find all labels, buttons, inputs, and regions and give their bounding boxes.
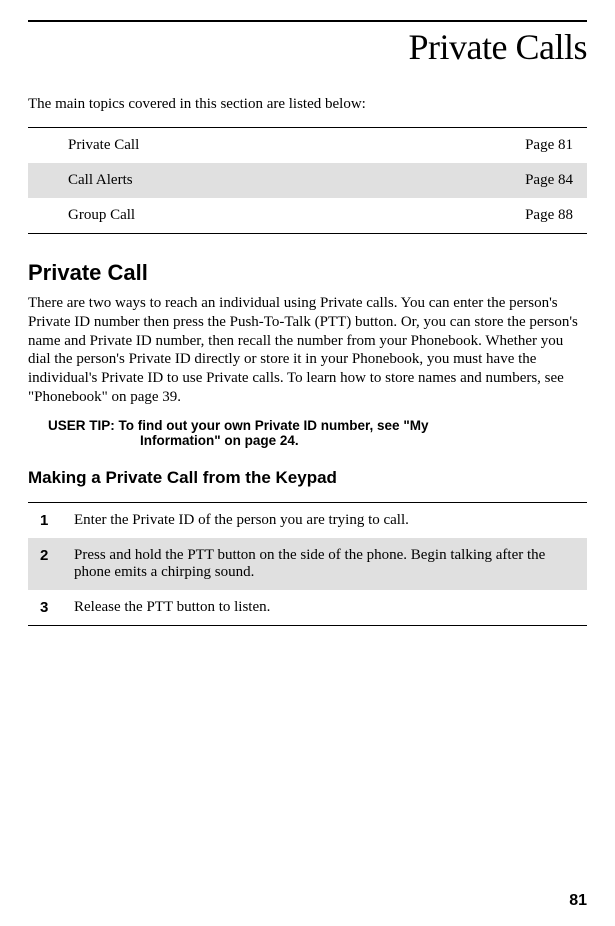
topics-table: Private Call Page 81 Call Alerts Page 84… [28, 127, 587, 234]
user-tip-label: USER TIP: [48, 418, 115, 433]
sub-heading-making-call: Making a Private Call from the Keypad [28, 468, 587, 488]
steps-table: 1 Enter the Private ID of the person you… [28, 502, 587, 626]
step-number: 3 [28, 590, 62, 626]
topic-page: Page 81 [349, 128, 587, 164]
page-number: 81 [569, 892, 587, 910]
step-number: 1 [28, 502, 62, 538]
table-row: Private Call Page 81 [28, 128, 587, 164]
topic-page: Page 88 [349, 198, 587, 234]
step-text: Enter the Private ID of the person you a… [62, 502, 587, 538]
section-heading-private-call: Private Call [28, 260, 587, 286]
table-row: 1 Enter the Private ID of the person you… [28, 502, 587, 538]
topic-page: Page 84 [349, 163, 587, 198]
step-text: Release the PTT button to listen. [62, 590, 587, 626]
table-row: 2 Press and hold the PTT button on the s… [28, 538, 587, 590]
user-tip-text-line2: Information" on page 24. [48, 432, 587, 450]
table-row: Call Alerts Page 84 [28, 163, 587, 198]
table-row: 3 Release the PTT button to listen. [28, 590, 587, 626]
top-rule [28, 20, 587, 22]
intro-text: The main topics covered in this section … [28, 96, 587, 113]
user-tip: USER TIP: To find out your own Private I… [48, 417, 587, 450]
table-row: Group Call Page 88 [28, 198, 587, 234]
topic-name: Group Call [28, 198, 349, 234]
body-paragraph: There are two ways to reach an individua… [28, 294, 587, 407]
user-tip-text-line1: To find out your own Private ID number, … [119, 418, 429, 433]
step-text: Press and hold the PTT button on the sid… [62, 538, 587, 590]
step-number: 2 [28, 538, 62, 590]
page-title: Private Calls [28, 26, 587, 68]
topic-name: Call Alerts [28, 163, 349, 198]
topic-name: Private Call [28, 128, 349, 164]
